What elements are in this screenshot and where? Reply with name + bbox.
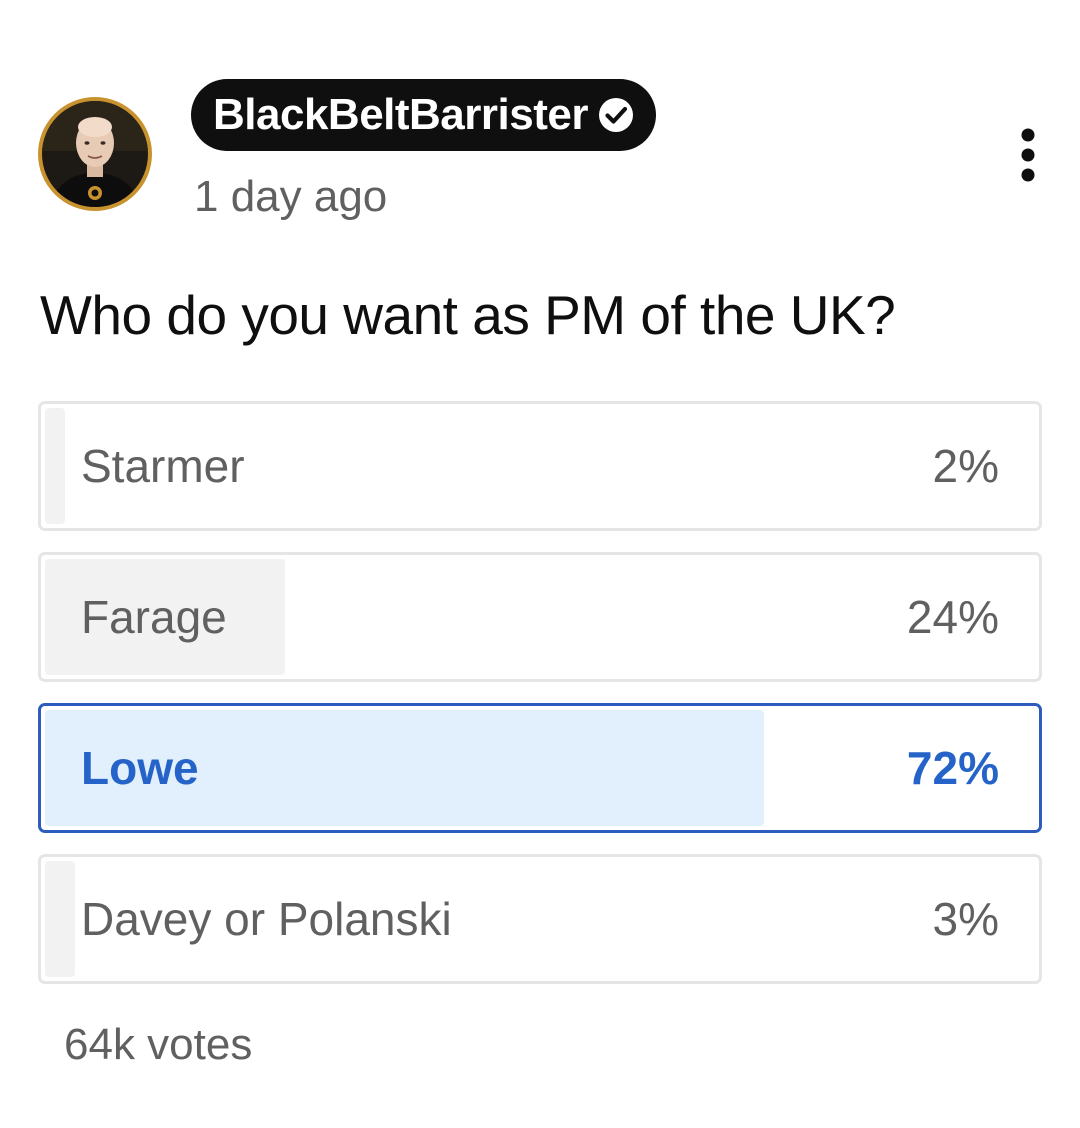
avatar-image (42, 101, 148, 207)
more-vertical-icon (1021, 128, 1035, 182)
poll-option-davey-or-polanski[interactable]: Davey or Polanski 3% (38, 854, 1042, 984)
poll-option-starmer[interactable]: Starmer 2% (38, 401, 1042, 531)
poll-option-label: Starmer (81, 440, 245, 492)
poll-result-bar (45, 861, 75, 977)
post-header: BlackBeltBarrister 1 day ago (0, 0, 1080, 240)
poll-option-percent: 2% (932, 440, 999, 492)
poll-vote-count: 64k votes (64, 1020, 253, 1069)
poll-option-farage[interactable]: Farage 24% (38, 552, 1042, 682)
verified-check-icon (598, 98, 633, 132)
channel-name-button[interactable]: BlackBeltBarrister (191, 79, 656, 151)
poll-option-percent: 24% (906, 591, 999, 643)
poll-option-percent: 72% (906, 742, 999, 794)
poll-option-percent: 3% (932, 893, 999, 945)
poll-option-label: Farage (81, 591, 227, 643)
poll-result-bar (45, 408, 65, 524)
post-timestamp: 1 day ago (194, 172, 388, 221)
poll-question: Who do you want as PM of the UK? (40, 284, 896, 346)
more-options-button[interactable] (1006, 122, 1050, 188)
channel-name: BlackBeltBarrister (213, 90, 588, 139)
poll-option-label: Lowe (81, 742, 199, 794)
poll-option-label: Davey or Polanski (81, 893, 452, 945)
poll-option-lowe[interactable]: Lowe 72% (38, 703, 1042, 833)
channel-avatar[interactable] (38, 97, 152, 211)
